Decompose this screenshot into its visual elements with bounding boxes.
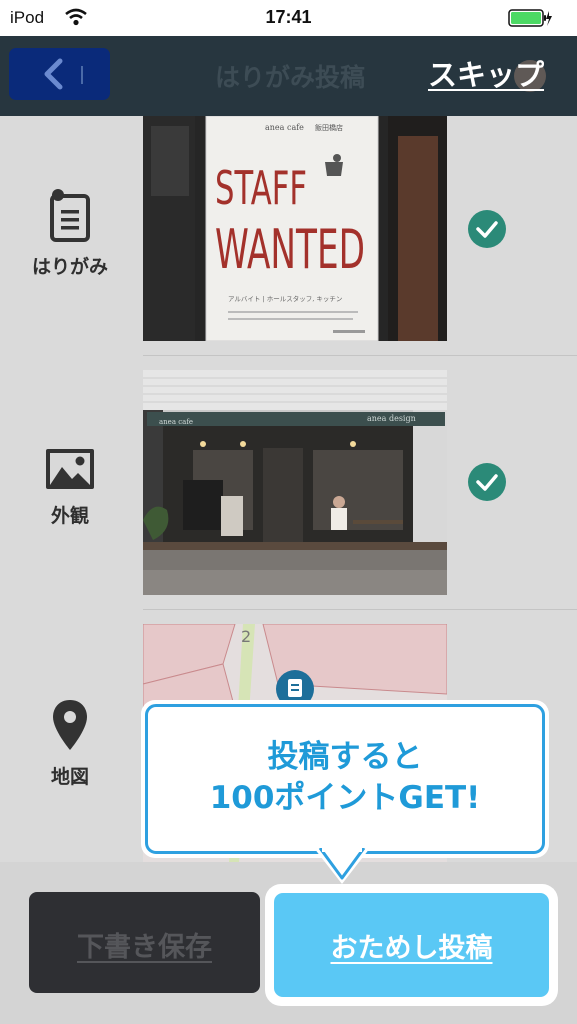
status-time: 17:41	[265, 7, 312, 27]
category-exterior: 外観	[14, 447, 126, 528]
exterior-awning-text: anea cafe	[159, 418, 193, 426]
svg-text:2: 2	[241, 627, 251, 646]
back-button[interactable]	[9, 48, 110, 100]
check-icon	[468, 210, 506, 248]
flyer-icon	[46, 189, 94, 248]
flyer-detail: アルバイト | ホールスタッフ, キッチン	[228, 294, 342, 303]
category-flyer: はりがみ	[14, 188, 126, 279]
category-label: 地図	[50, 766, 89, 788]
back-divider	[81, 66, 83, 84]
flyer-row[interactable]: はりがみ anea cafe 飯田橋店 STAFF WANTED アルバイト |	[0, 115, 577, 356]
category-label: はりがみ	[31, 256, 108, 278]
flyer-photo[interactable]: anea cafe 飯田橋店 STAFF WANTED アルバイト | ホールス…	[143, 115, 447, 342]
navigation-bar: はりがみ投稿 スキップ	[0, 36, 577, 116]
battery-icon	[508, 9, 552, 31]
flyer-shop-name: anea cafe	[265, 123, 304, 132]
save-draft-label: 下書き保存	[77, 932, 212, 963]
tooltip-pointer	[312, 846, 372, 892]
image-icon	[44, 449, 96, 497]
category-map: 地図	[14, 698, 126, 789]
trial-post-label: おためし投稿	[330, 933, 493, 964]
trial-post-button[interactable]: おためし投稿	[274, 893, 549, 997]
exterior-sign: anea design	[367, 414, 416, 423]
skip-button[interactable]: スキップ	[428, 52, 544, 94]
exterior-photo[interactable]: anea design anea cafe	[143, 370, 447, 595]
trial-post-button-highlight: おためし投稿	[265, 884, 558, 1006]
tooltip-line-1: 投稿すると	[267, 739, 423, 775]
category-label: 外観	[50, 505, 89, 527]
status-bar: iPod 17:41	[0, 0, 577, 36]
flyer-headline-1: STAFF	[215, 161, 307, 215]
points-tooltip: 投稿すると 100ポイントGET!	[141, 700, 549, 858]
save-draft-button[interactable]: 下書き保存	[29, 892, 260, 993]
tooltip-line-2: 100ポイントGET!	[209, 780, 481, 816]
bottom-action-bar: 下書き保存 おためし投稿	[0, 862, 577, 1024]
flyer-branch: 飯田橋店	[315, 123, 343, 132]
page-title: はりがみ投稿	[214, 63, 365, 92]
check-icon	[468, 463, 506, 501]
tooltip-border: 投稿すると 100ポイントGET!	[145, 704, 545, 854]
chevron-left-icon	[41, 58, 65, 94]
flyer-headline-2: WANTED	[215, 218, 365, 281]
map-pin-icon	[50, 700, 90, 758]
